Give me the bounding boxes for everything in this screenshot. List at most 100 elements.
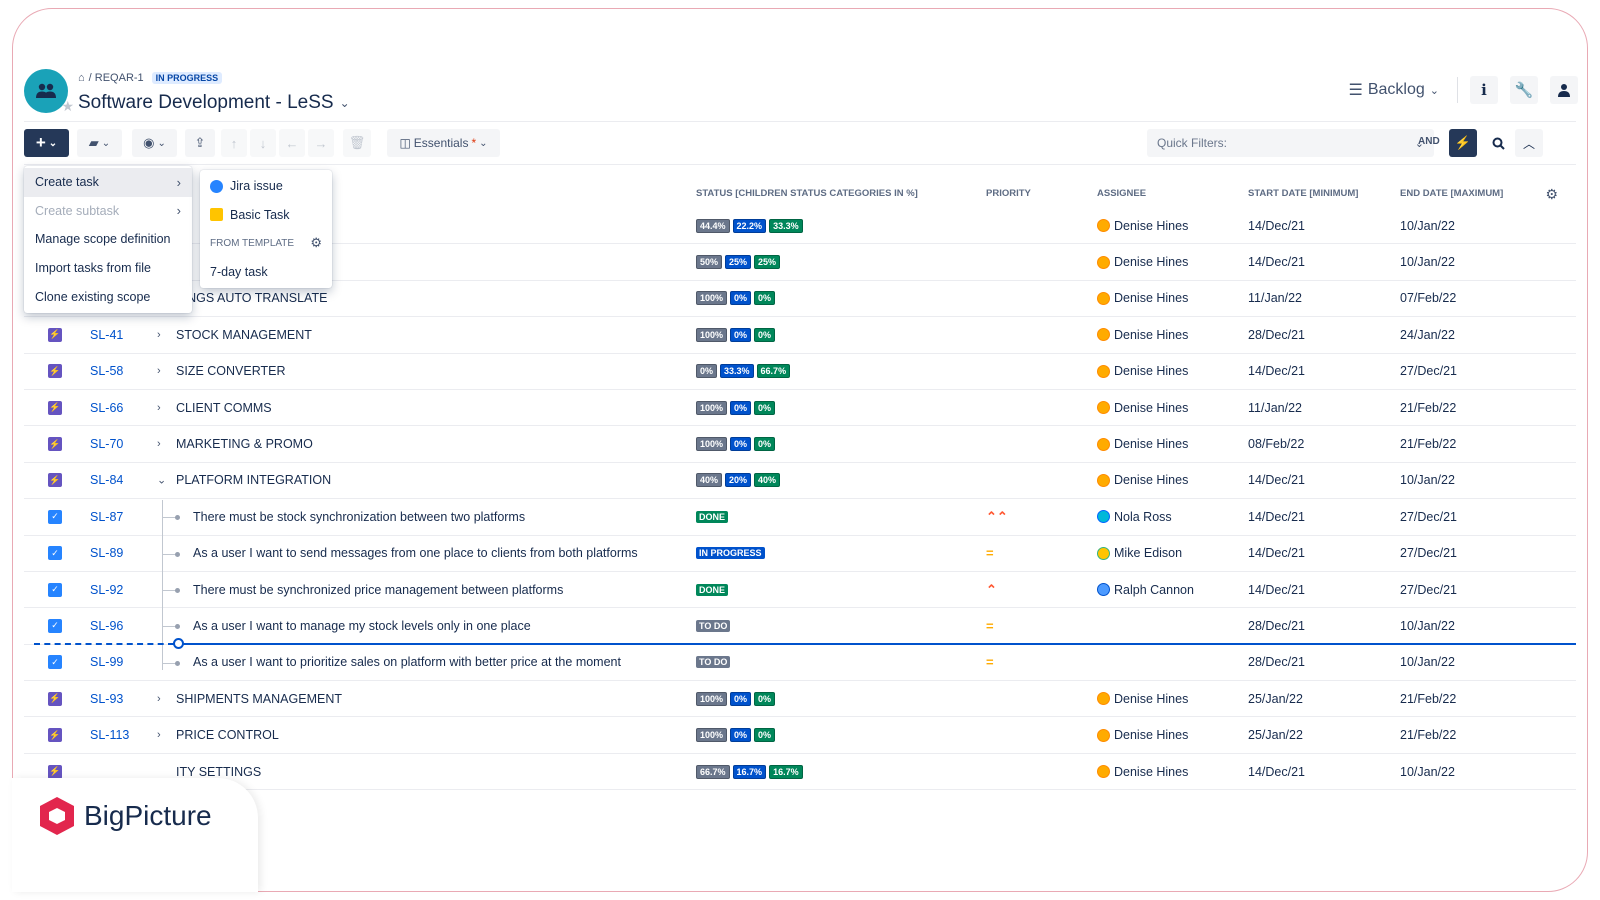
issue-key-link[interactable]: SL-66 <box>90 401 123 415</box>
checkbox-checked-icon[interactable]: ✓ <box>48 509 62 524</box>
task-summary[interactable]: MARKETING & PROMO <box>176 437 313 451</box>
assignee[interactable]: Denise Hines <box>1097 692 1188 706</box>
chevron-down-icon[interactable]: ⌄ <box>157 474 166 487</box>
task-summary[interactable]: As a user I want to send messages from o… <box>193 546 638 560</box>
issue-key-link[interactable]: SL-84 <box>90 473 123 487</box>
chevron-right-icon[interactable]: › <box>157 729 161 741</box>
issue-key-link[interactable]: SL-70 <box>90 437 123 451</box>
folder-button[interactable]: ▰ ⌄ <box>77 129 122 157</box>
star-icon[interactable]: ★ <box>61 98 74 115</box>
delete-button[interactable]: 🗑 <box>343 129 371 157</box>
checkbox-checked-icon[interactable]: ✓ <box>48 546 62 561</box>
menu-item-template[interactable]: 7-day task <box>200 258 332 287</box>
view-switch-button[interactable]: ☰ Backlog ⌄ <box>1343 76 1445 104</box>
assignee[interactable]: Denise Hines <box>1097 473 1188 487</box>
task-summary[interactable]: TINGS AUTO TRANSLATE <box>176 291 327 305</box>
move-down-button[interactable]: ↓ <box>250 129 276 157</box>
menu-item-create-task[interactable]: Create task › <box>24 168 192 197</box>
issue-key-link[interactable]: SL-87 <box>90 510 123 524</box>
assignee[interactable]: Denise Hines <box>1097 765 1188 779</box>
assignee[interactable]: Ralph Cannon <box>1097 583 1194 597</box>
table-row[interactable]: ⚡ ITY SETTINGS 66.7% 16.7% 16.7% Denise Hines… <box>24 754 1576 791</box>
table-row[interactable]: ⚡ SL-66 › CLIENT COMMS 100% 0% 0% Denise Hines 1… <box>24 390 1576 427</box>
search-button[interactable] <box>1484 129 1512 157</box>
breadcrumb-key[interactable]: / REQAR-1 <box>89 72 144 84</box>
assignee[interactable]: Denise Hines <box>1097 728 1188 742</box>
status-lozenge[interactable]: DONE <box>696 583 729 596</box>
table-row[interactable]: ⚡ SL-70 › MARKETING & PROMO 100% 0% 0% Denise H… <box>24 426 1576 463</box>
status-lozenge[interactable]: DONE <box>696 510 729 523</box>
table-row[interactable]: ✓ SL-89 As a user I want to send messages … <box>24 536 1576 572</box>
issue-key-link[interactable]: SL-58 <box>90 364 123 378</box>
issue-key-link[interactable]: SL-92 <box>90 583 123 597</box>
menu-item-create-subtask[interactable]: Create subtask › <box>24 197 192 226</box>
assignee[interactable]: Denise Hines <box>1097 291 1188 305</box>
checkbox-checked-icon[interactable]: ✓ <box>48 582 62 597</box>
info-button[interactable]: i <box>1470 76 1498 104</box>
chevron-right-icon[interactable]: › <box>157 402 161 414</box>
task-summary[interactable]: PRICE CONTROL <box>176 728 279 742</box>
issue-key-link[interactable]: SL-99 <box>90 655 123 669</box>
assignee[interactable]: Denise Hines <box>1097 364 1188 378</box>
task-summary[interactable]: As a user I want to manage my stock leve… <box>193 619 531 633</box>
column-header-assignee[interactable]: ASSIGNEE <box>1097 188 1146 199</box>
gear-icon[interactable]: ⚙ <box>310 235 322 251</box>
menu-item-basic-task[interactable]: Basic Task <box>200 201 332 230</box>
table-row[interactable]: ⚡ SL-84 ⌄ PLATFORM INTEGRATION 40% 20% 40% Deni… <box>24 463 1576 500</box>
user-button[interactable] <box>1550 76 1578 104</box>
issue-key-link[interactable]: SL-41 <box>90 328 123 342</box>
issue-key-link[interactable]: SL-96 <box>90 619 123 633</box>
quick-filter-bolt-button[interactable]: ⚡ <box>1449 129 1477 157</box>
status-lozenge[interactable]: IN PROGRESS <box>696 547 765 560</box>
task-summary[interactable]: PLATFORM INTEGRATION <box>176 473 331 487</box>
task-summary[interactable]: STOCK MANAGEMENT <box>176 328 312 342</box>
issue-key-link[interactable]: SL-113 <box>90 728 129 742</box>
task-summary[interactable]: As a user I want to prioritize sales on … <box>193 655 621 669</box>
task-summary[interactable]: SHIPMENTS MANAGEMENT <box>176 692 342 706</box>
table-row[interactable]: ✓ SL-87 There must be stock synchronizatio… <box>24 499 1576 536</box>
menu-item-import-tasks-from-file[interactable]: Import tasks from file <box>24 254 192 283</box>
table-row[interactable]: ⚡ SL-58 › SIZE CONVERTER 0% 33.3% 66.7% Denise … <box>24 354 1576 390</box>
task-summary[interactable]: SIZE CONVERTER <box>176 364 286 378</box>
assignee[interactable]: Denise Hines <box>1097 219 1188 233</box>
and-toggle[interactable]: AND <box>1418 136 1440 147</box>
view-preset-select[interactable]: ◫ Essentials * ⌄ <box>387 129 500 157</box>
table-row[interactable]: ✓ SL-92 There must be synchronized price m… <box>24 572 1576 609</box>
indent-button[interactable]: → <box>308 129 334 157</box>
checkbox-checked-icon[interactable]: ✓ <box>48 655 62 670</box>
issue-key-link[interactable]: SL-93 <box>90 692 123 706</box>
table-row[interactable]: ⚡ SL-113 › PRICE CONTROL 100% 0% 0% Denise Hine… <box>24 717 1576 754</box>
table-row[interactable]: ⚡ SL-93 › SHIPMENTS MANAGEMENT 100% 0% 0% Denis… <box>24 681 1576 718</box>
team-avatar[interactable]: ★ <box>24 69 74 114</box>
assignee[interactable]: Denise Hines <box>1097 255 1188 269</box>
assignee[interactable]: Denise Hines <box>1097 401 1188 415</box>
export-button[interactable]: ⇪ <box>185 129 215 157</box>
add-button[interactable]: + ⌄ <box>24 129 69 157</box>
menu-item-jira-issue[interactable]: Jira issue <box>200 172 332 201</box>
quick-filters-select[interactable]: Quick Filters: ⌄ <box>1147 129 1434 157</box>
task-summary[interactable]: There must be synchronized price managem… <box>193 583 563 597</box>
table-row[interactable]: ✓ SL-99 As a user I want to prioritize sal… <box>24 645 1576 682</box>
column-settings-gear-icon[interactable]: ⚙ <box>1545 186 1558 203</box>
collapse-button[interactable]: ︿ <box>1515 129 1543 157</box>
assignee[interactable]: Nola Ross <box>1097 510 1172 524</box>
menu-item-manage-scope-definition[interactable]: Manage scope definition <box>24 225 192 254</box>
chevron-right-icon[interactable]: › <box>157 693 161 705</box>
chevron-right-icon[interactable]: › <box>157 329 161 341</box>
column-header-start-date[interactable]: START DATE [MINIMUM] <box>1248 188 1358 199</box>
page-title[interactable]: Software Development - LeSS ⌄ <box>78 92 350 114</box>
chevron-right-icon[interactable]: › <box>157 438 161 450</box>
task-summary[interactable]: ITY SETTINGS <box>176 765 261 779</box>
outdent-button[interactable]: ← <box>279 129 305 157</box>
status-lozenge[interactable]: TO DO <box>696 656 731 669</box>
assignee[interactable]: Denise Hines <box>1097 328 1188 342</box>
column-header-end-date[interactable]: END DATE [MAXIMUM] <box>1400 188 1503 199</box>
settings-button[interactable]: 🔧 <box>1510 76 1538 104</box>
status-lozenge[interactable]: TO DO <box>696 619 731 632</box>
checkbox-checked-icon[interactable]: ✓ <box>48 618 62 633</box>
move-up-button[interactable]: ↑ <box>221 129 247 157</box>
menu-item-clone-existing-scope[interactable]: Clone existing scope <box>24 282 192 311</box>
chevron-right-icon[interactable]: › <box>157 365 161 377</box>
drop-indicator-handle[interactable] <box>173 638 184 649</box>
table-row[interactable]: ⚡ SL-41 › STOCK MANAGEMENT 100% 0% 0% Denise Hi… <box>24 317 1576 354</box>
